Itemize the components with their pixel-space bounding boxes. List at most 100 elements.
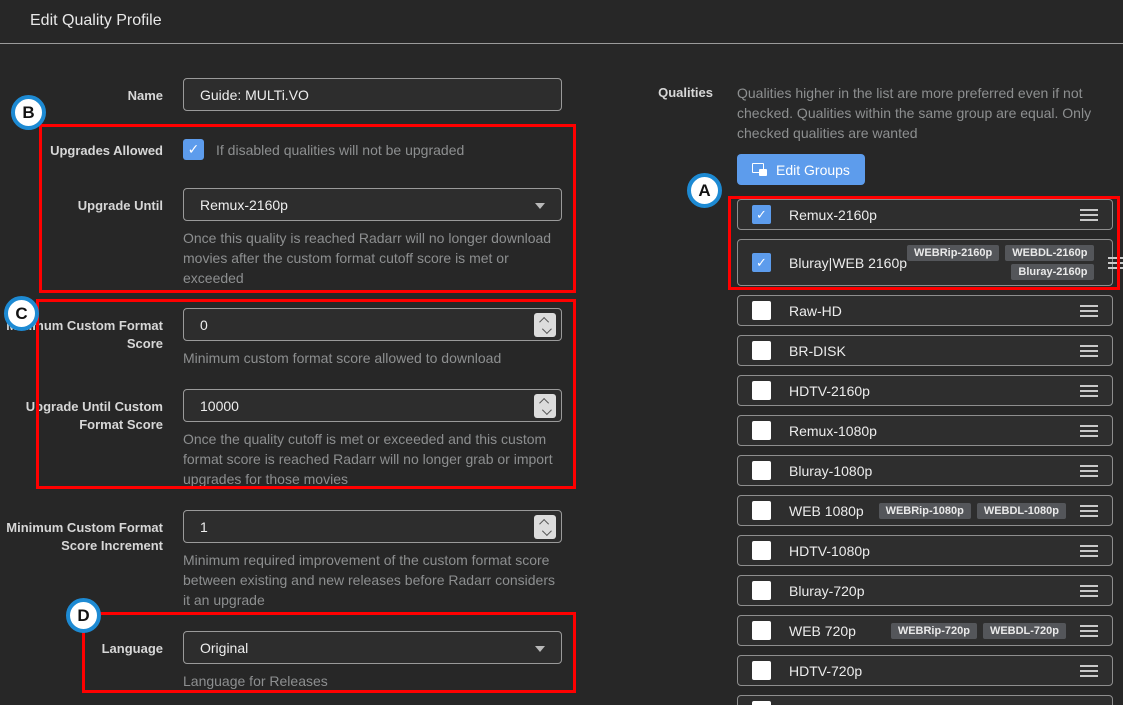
quality-profile-form: Name Guide: MULTi.VO Upgrades Allowed ✓ … <box>0 44 640 691</box>
drag-handle-icon[interactable] <box>1078 301 1100 321</box>
min-increment-value: 1 <box>200 518 208 535</box>
quality-item-label: WEB 720p <box>789 622 856 639</box>
quality-item[interactable]: BR-DISK <box>737 335 1113 366</box>
quality-tag: WEBRip-1080p <box>878 502 971 519</box>
quality-checkbox[interactable] <box>752 581 771 600</box>
min-increment-input[interactable]: 1 <box>183 510 562 543</box>
quality-tag: WEBDL-2160p <box>1005 245 1095 261</box>
quality-list: ✓ Remux-2160p ✓ Bluray|WEB 2160p WEBRip-… <box>737 199 1123 705</box>
language-row: Language Original Language for Releases <box>0 631 640 691</box>
upgrade-until-score-help: Once the quality cutoff is met or exceed… <box>183 431 553 487</box>
quality-tag: WEBRip-2160p <box>907 245 1000 261</box>
checkmark-icon: ✓ <box>756 254 767 270</box>
quality-item[interactable]: WEB 720p WEBRip-720p WEBDL-720p <box>737 615 1113 646</box>
drag-handle-icon[interactable] <box>1078 421 1100 441</box>
upgrade-until-score-input[interactable]: 10000 <box>183 389 562 422</box>
chevron-down-icon <box>535 646 545 652</box>
name-input-value: Guide: MULTi.VO <box>200 86 309 103</box>
min-format-score-value: 0 <box>200 316 208 333</box>
language-select[interactable]: Original <box>183 631 562 664</box>
dialog-title: Edit Quality Profile <box>0 0 1123 44</box>
quality-item-label: HDTV-720p <box>789 662 863 679</box>
quality-checkbox[interactable] <box>752 421 771 440</box>
quality-item[interactable]: HDTV-720p <box>737 655 1113 686</box>
drag-handle-icon[interactable] <box>1078 621 1100 641</box>
quality-item[interactable]: HDTV-1080p <box>737 535 1113 566</box>
quality-checkbox[interactable] <box>752 341 771 360</box>
checkmark-icon: ✓ <box>756 206 767 222</box>
qualities-description: Qualities higher in the list are more pr… <box>737 85 1092 141</box>
upgrades-allowed-row: Upgrades Allowed ✓ If disabled qualities… <box>0 139 640 160</box>
min-increment-row: Minimum Custom Format Score Increment 1 … <box>0 510 640 610</box>
language-help: Language for Releases <box>183 673 328 689</box>
upgrade-until-value: Remux-2160p <box>200 196 288 213</box>
quality-item-label: HDTV-2160p <box>789 382 870 399</box>
language-value: Original <box>200 639 249 656</box>
upgrade-until-score-row: Upgrade Until Custom Format Score 10000 … <box>0 389 640 489</box>
quality-checkbox[interactable] <box>752 301 771 320</box>
upgrades-allowed-checkbox[interactable]: ✓ <box>183 139 204 160</box>
quality-item[interactable]: Remux-1080p <box>737 415 1113 446</box>
drag-handle-icon[interactable] <box>1078 461 1100 481</box>
quality-item[interactable]: Bluray-576p <box>737 695 1113 705</box>
upgrade-until-score-label: Upgrade Until Custom Format Score <box>25 399 163 432</box>
min-format-score-help: Minimum custom format score allowed to d… <box>183 350 502 366</box>
number-spinner[interactable] <box>534 515 556 539</box>
quality-item[interactable]: WEB 1080p WEBRip-1080p WEBDL-1080p <box>737 495 1113 526</box>
drag-handle-icon[interactable] <box>1078 341 1100 361</box>
upgrade-until-row: Upgrade Until Remux-2160p Once this qual… <box>0 188 640 288</box>
quality-item-label: WEB 1080p <box>789 502 864 519</box>
quality-item[interactable]: ✓ Bluray|WEB 2160p WEBRip-2160p WEBDL-21… <box>737 239 1123 286</box>
min-increment-help: Minimum required improvement of the cust… <box>183 552 555 608</box>
quality-item-label: BR-DISK <box>789 342 846 359</box>
upgrade-until-select[interactable]: Remux-2160p <box>183 188 562 221</box>
drag-handle-icon[interactable] <box>1078 541 1100 561</box>
quality-checkbox[interactable]: ✓ <box>752 205 771 224</box>
quality-item[interactable]: ✓ Remux-2160p <box>737 199 1113 230</box>
quality-checkbox[interactable]: ✓ <box>752 253 771 272</box>
quality-tag: WEBDL-720p <box>982 622 1066 639</box>
edit-groups-button-label: Edit Groups <box>776 161 850 178</box>
min-increment-label: Minimum Custom Format Score Increment <box>6 520 163 553</box>
quality-item-label: HDTV-1080p <box>789 542 870 559</box>
quality-checkbox[interactable] <box>752 541 771 560</box>
number-spinner[interactable] <box>534 394 556 418</box>
upgrade-until-help: Once this quality is reached Radarr will… <box>183 230 552 286</box>
drag-handle-icon[interactable] <box>1078 381 1100 401</box>
quality-item[interactable]: Bluray-1080p <box>737 455 1113 486</box>
upgrades-allowed-help: If disabled qualities will not be upgrad… <box>216 141 465 158</box>
quality-checkbox[interactable] <box>752 381 771 400</box>
quality-item[interactable]: Bluray-720p <box>737 575 1113 606</box>
quality-checkbox[interactable] <box>752 661 771 680</box>
min-format-score-label: Minimum Custom Format Score <box>6 318 163 351</box>
edit-groups-button[interactable]: Edit Groups <box>737 154 865 185</box>
language-label: Language <box>101 641 163 656</box>
quality-tags: WEBRip-720p WEBDL-720p <box>890 622 1066 639</box>
quality-tag: WEBDL-1080p <box>976 502 1066 519</box>
quality-item-label: Bluray-1080p <box>789 462 873 479</box>
upgrades-allowed-label: Upgrades Allowed <box>50 143 163 158</box>
quality-item[interactable]: Raw-HD <box>737 295 1113 326</box>
quality-checkbox[interactable] <box>752 501 771 520</box>
name-row: Name Guide: MULTi.VO <box>0 78 640 111</box>
name-input[interactable]: Guide: MULTi.VO <box>183 78 562 111</box>
min-format-score-row: Minimum Custom Format Score 0 Minimum cu… <box>0 308 640 368</box>
quality-tags: WEBRip-1080p WEBDL-1080p <box>878 502 1066 519</box>
quality-item[interactable]: HDTV-2160p <box>737 375 1113 406</box>
chevron-down-icon <box>535 203 545 209</box>
name-label: Name <box>127 88 163 103</box>
drag-handle-icon[interactable] <box>1078 661 1100 681</box>
quality-checkbox[interactable] <box>752 461 771 480</box>
drag-handle-icon[interactable] <box>1078 581 1100 601</box>
checkmark-icon: ✓ <box>187 141 200 157</box>
drag-handle-icon[interactable] <box>1078 205 1100 225</box>
quality-checkbox[interactable] <box>752 621 771 640</box>
drag-handle-icon[interactable] <box>1106 253 1123 273</box>
min-format-score-input[interactable]: 0 <box>183 308 562 341</box>
number-spinner[interactable] <box>534 313 556 337</box>
quality-checkbox[interactable] <box>752 701 771 705</box>
ungroup-icon <box>752 163 767 176</box>
drag-handle-icon[interactable] <box>1078 501 1100 521</box>
upgrade-until-score-value: 10000 <box>200 397 239 414</box>
drag-handle-icon[interactable] <box>1078 701 1100 705</box>
